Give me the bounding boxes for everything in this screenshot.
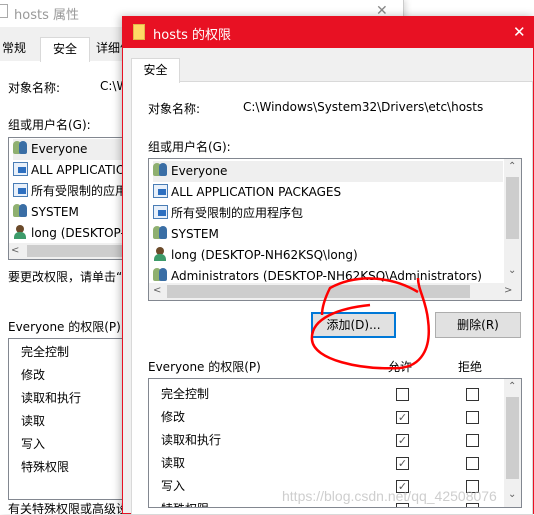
vertical-scrollbar[interactable]: ⌃ ⌄ (504, 379, 521, 507)
footer-text: 有关特殊权限或高级设 (8, 502, 129, 514)
red-circle-annotation (310, 277, 431, 370)
perm-name: 读取和执行 (161, 433, 222, 447)
package-icon (13, 183, 28, 197)
scroll-down-icon[interactable]: ⌄ (508, 489, 516, 500)
perm-name: 写入 (161, 479, 186, 493)
user-name: long (DESKTOP- (31, 226, 125, 240)
remove-button[interactable]: 删除(R) (435, 312, 521, 338)
scroll-thumb[interactable] (506, 177, 519, 239)
perm-name: 特殊权限 (161, 498, 209, 507)
perm-name: 完全控制 (161, 387, 210, 401)
perm-name: 读取 (161, 456, 186, 470)
allow-checkbox[interactable] (396, 388, 409, 401)
permissions-dialog: hosts 的权限 ✕ 安全 对象名称: C:\Windows\System32… (122, 16, 534, 515)
list-item[interactable]: SYSTEM (13, 202, 79, 223)
package-icon (153, 205, 168, 219)
tab-security[interactable]: 安全 (131, 58, 180, 83)
scroll-down-icon[interactable]: ⌄ (508, 265, 516, 276)
scroll-up-icon[interactable]: ⌃ (508, 161, 516, 172)
deny-header: 拒绝 (458, 360, 483, 374)
user-name: Everyone (31, 142, 88, 156)
allow-checkbox[interactable]: ✓ (396, 411, 409, 424)
list-item[interactable]: long (DESKTOP- (13, 223, 125, 244)
group-icon (153, 268, 168, 282)
file-icon (0, 4, 8, 18)
horizontal-scrollbar[interactable]: < (9, 243, 137, 259)
perm-name: 修改 (161, 410, 186, 424)
perm-name: 特殊权限 (21, 460, 70, 474)
group-label: 组或用户名(G): (8, 118, 91, 132)
user-name: 所有受限制的应用 (31, 184, 128, 198)
tab-security[interactable]: 安全 (40, 37, 90, 62)
list-item[interactable]: SYSTEM (153, 224, 219, 245)
close-button[interactable]: ✕ (513, 23, 526, 41)
scroll-up-icon[interactable]: ⌃ (508, 381, 516, 392)
scroll-right-icon[interactable]: > (504, 285, 512, 296)
group-label: 组或用户名(G): (148, 140, 231, 154)
object-name-label: 对象名称: (148, 102, 201, 116)
deny-checkbox[interactable] (466, 388, 479, 401)
vertical-scrollbar[interactable]: ⌃ ⌄ (504, 159, 521, 283)
user-name: long (DESKTOP-NH62KSQ\long) (171, 248, 358, 262)
user-icon (13, 225, 28, 239)
dialog-title: hosts 的权限 (153, 28, 231, 43)
hint-text: 要更改权限，请单击“编 (8, 270, 135, 284)
perm-name: 修改 (21, 368, 46, 382)
list-item[interactable]: long (DESKTOP-NH62KSQ\long) (153, 245, 358, 266)
scroll-thumb[interactable] (506, 397, 519, 479)
package-icon (13, 162, 28, 176)
group-icon (153, 163, 168, 177)
window-title: hosts 属性 (14, 8, 79, 23)
dialog-titlebar: hosts 的权限 ✕ (123, 17, 533, 48)
user-name: SYSTEM (31, 205, 79, 219)
group-icon (13, 141, 28, 155)
list-item[interactable]: ALL APPLICATION PACKAGES (153, 182, 341, 203)
perm-name: 完全控制 (21, 345, 70, 359)
list-item[interactable]: 所有受限制的应用 (13, 181, 127, 202)
deny-checkbox[interactable] (466, 411, 479, 424)
scroll-left-icon[interactable]: < (11, 245, 19, 256)
object-name-label: 对象名称: (8, 81, 61, 95)
permissions-list: 完全控制 修改 读取和执行 读取 写入 特殊权限 (8, 338, 138, 500)
permissions-label: Everyone 的权限(P) (8, 320, 121, 334)
allow-checkbox[interactable]: ✓ (396, 457, 409, 470)
watermark: https://blog.csdn.net/qq_42508076 (282, 488, 497, 504)
perm-name: 写入 (21, 437, 46, 451)
user-name: Everyone (171, 164, 228, 178)
user-name: ALL APPLICATION PACKAGES (171, 185, 342, 199)
user-name: SYSTEM (171, 227, 219, 241)
object-name-value: C:\Windows\System32\Drivers\etc\hosts (243, 100, 484, 114)
user-list[interactable]: Everyone ALL APPLICATIONS 所有受限制的应用 SYSTE… (8, 137, 142, 260)
list-item[interactable]: Everyone (13, 139, 139, 160)
deny-checkbox[interactable] (466, 457, 479, 470)
list-item[interactable]: 所有受限制的应用程序包 (153, 203, 303, 224)
package-icon (153, 184, 168, 198)
scroll-left-icon[interactable]: < (153, 285, 161, 296)
tab-general[interactable]: 常规 (0, 37, 32, 61)
allow-checkbox[interactable]: ✓ (396, 434, 409, 447)
perm-name: 读取 (21, 414, 46, 428)
permissions-label: Everyone 的权限(P) (148, 360, 261, 374)
group-icon (13, 204, 28, 218)
folder-icon (133, 24, 145, 40)
perm-name: 读取和执行 (21, 391, 82, 405)
annotation-stroke (310, 277, 431, 370)
user-name: 所有受限制的应用程序包 (171, 206, 304, 220)
deny-checkbox[interactable] (466, 434, 479, 447)
list-item[interactable]: Everyone (153, 161, 503, 182)
group-icon (153, 226, 168, 240)
user-icon (153, 247, 168, 261)
